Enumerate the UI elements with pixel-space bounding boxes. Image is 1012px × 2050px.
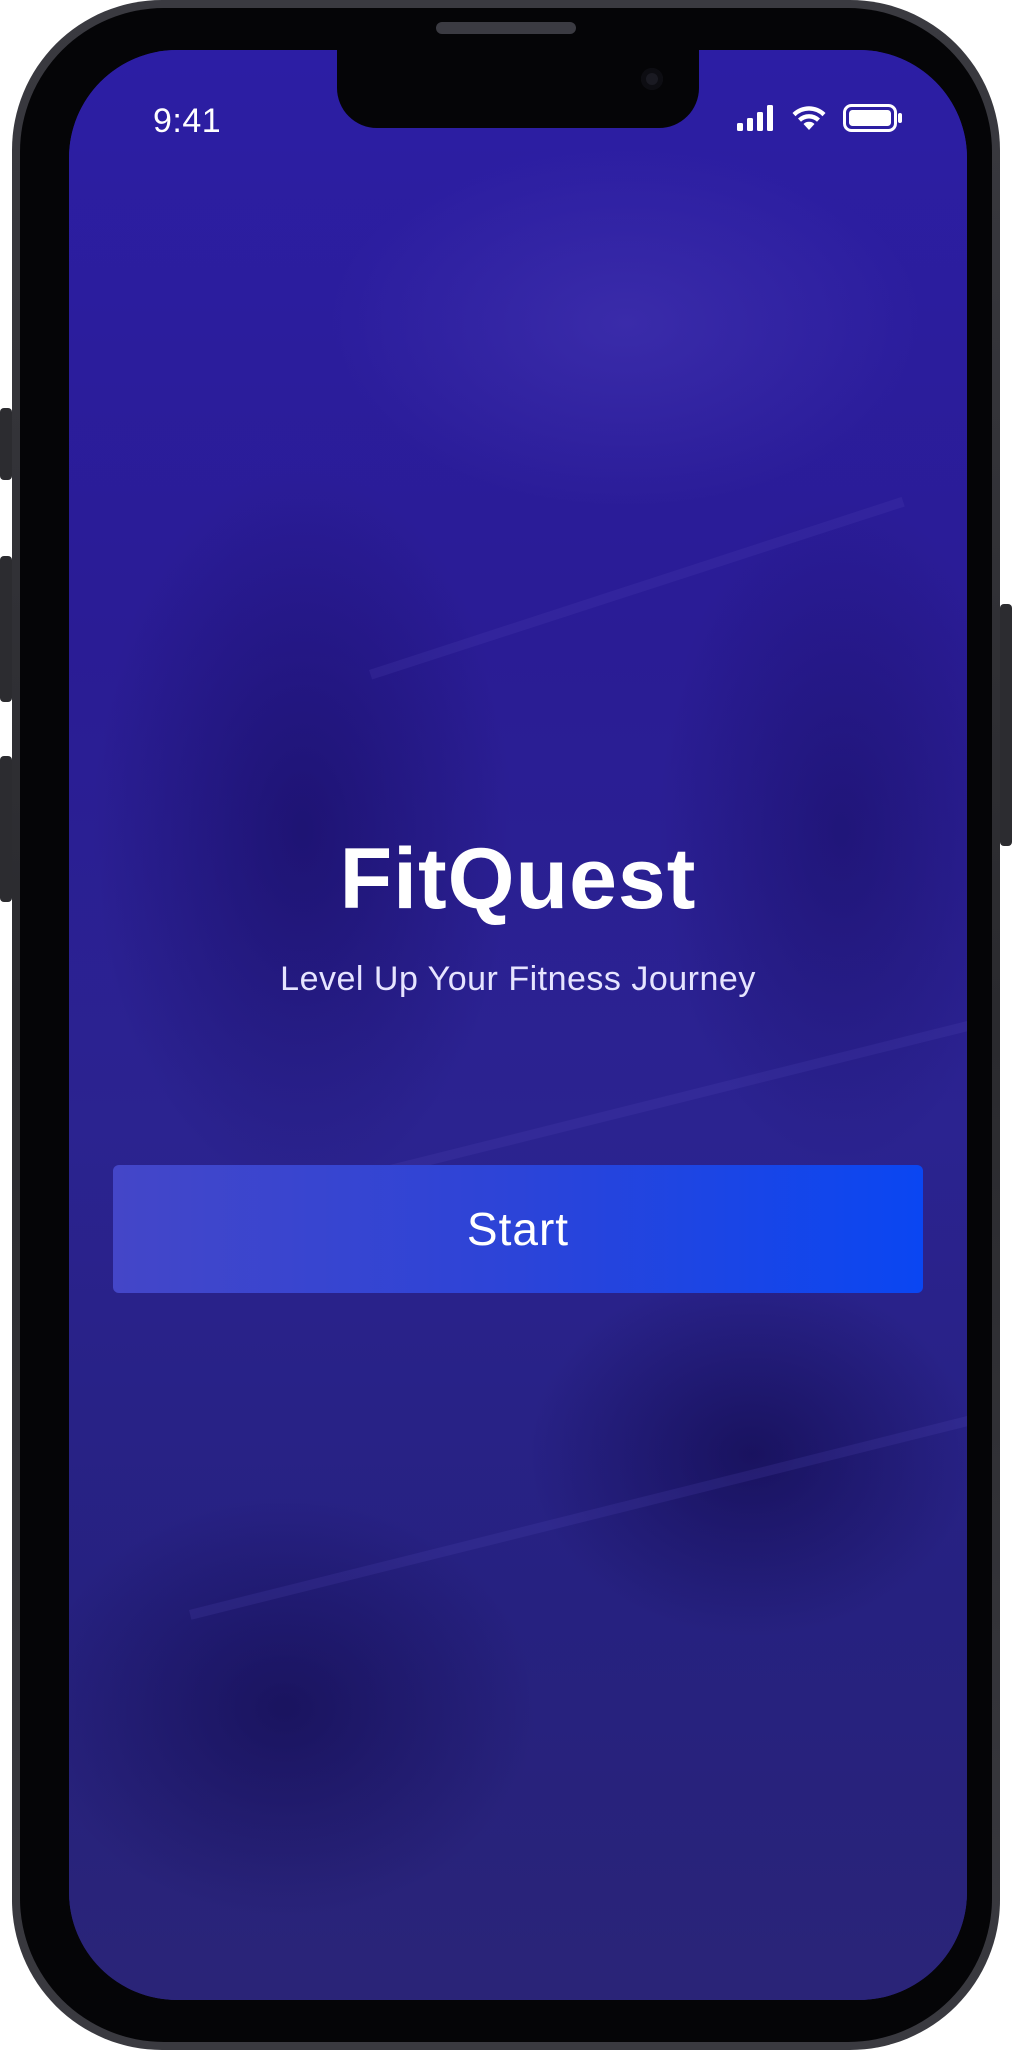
volume-down-button: [0, 756, 12, 902]
battery-icon: [843, 104, 902, 132]
wifi-icon: [792, 106, 826, 130]
signal-icon: [737, 105, 773, 131]
app-tagline: Level Up Your Fitness Journey: [280, 960, 756, 998]
phone-frame: 9:41 FitQuest Level Up Your Fitness Jour…: [0, 0, 1012, 2050]
app-screen: 9:41 FitQuest Level Up Your Fitness Jour…: [69, 50, 967, 2000]
front-camera-icon: [641, 68, 663, 90]
hero-section: FitQuest Level Up Your Fitness Journey: [69, 836, 967, 999]
status-icons: [737, 104, 903, 132]
background-photo: [69, 50, 967, 2000]
app-title: FitQuest: [339, 831, 697, 927]
status-time: 9:41: [153, 102, 222, 140]
volume-up-button: [0, 556, 12, 702]
silent-switch: [0, 408, 12, 480]
power-button: [1000, 604, 1012, 846]
earpiece: [436, 22, 576, 34]
start-button[interactable]: Start: [113, 1165, 923, 1293]
notch: [337, 50, 699, 128]
